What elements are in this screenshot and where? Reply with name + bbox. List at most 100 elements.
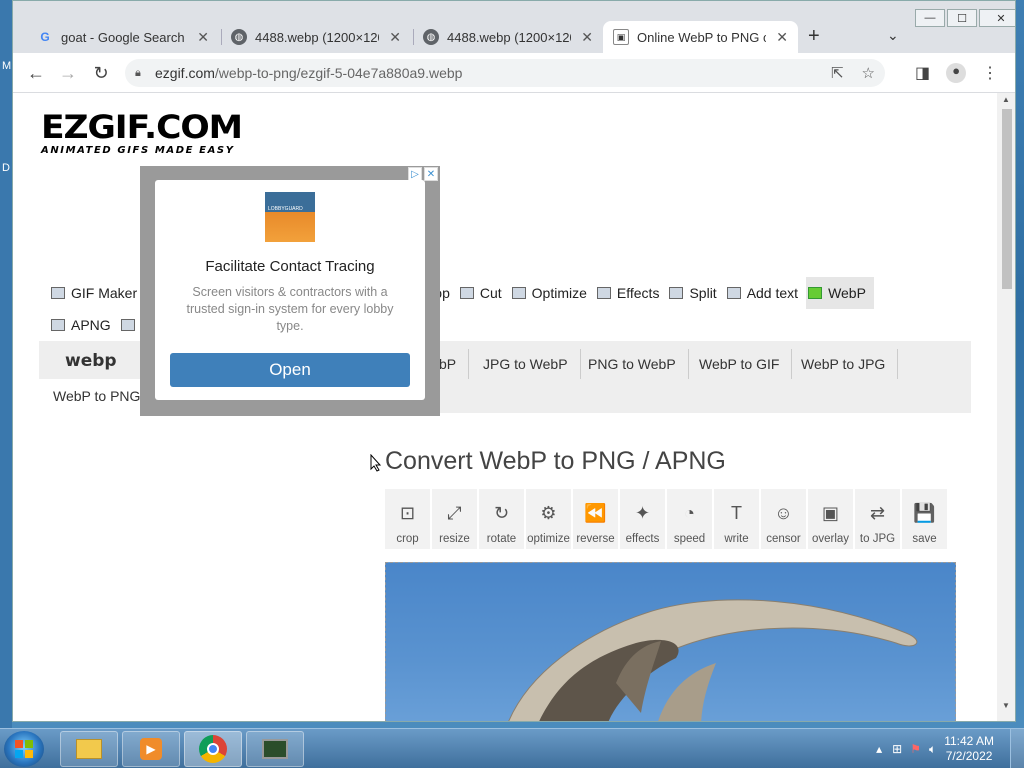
menu-item-optimize[interactable]: Optimize: [510, 277, 595, 309]
share-icon[interactable]: ⇱: [831, 64, 844, 82]
tool-crop-button[interactable]: ⊡ crop: [385, 489, 430, 549]
logo-tagline: ANIMATED GIFS MADE EASY: [41, 145, 235, 156]
avif-icon: [120, 319, 135, 331]
tool-resize-button[interactable]: ⤢ resize: [432, 489, 477, 549]
action-center-icon[interactable]: ⚑: [910, 742, 921, 756]
tab-title: goat - Google Search: [61, 29, 185, 45]
subtab-jpg-to-webp[interactable]: JPG to WebP: [471, 349, 581, 379]
menu-label: APNG: [71, 317, 111, 333]
close-window-button[interactable]: ✕: [979, 9, 1015, 27]
globe-icon: ◍: [231, 29, 247, 45]
forward-arrow-icon[interactable]: →: [56, 61, 80, 85]
menu-item-effects[interactable]: Effects: [595, 277, 668, 309]
tab-webp-image-2[interactable]: ◍ 4488.webp (1200×1200) ✕: [413, 21, 603, 53]
taskbar-file-explorer[interactable]: [60, 731, 118, 767]
tool-overlay-button[interactable]: ▣ overlay: [808, 489, 853, 549]
new-tab-button[interactable]: +: [808, 25, 820, 48]
address-bar[interactable]: 🔒︎ ezgif.com/webp-to-png/ezgif-5-04e7a88…: [125, 59, 885, 87]
ad-open-button[interactable]: Open: [170, 353, 410, 387]
ad-choices: ▷ ✕: [408, 167, 438, 181]
effects-icon: ✦: [634, 502, 651, 523]
menu-item-gif-maker[interactable]: GIF Maker: [49, 277, 145, 309]
tool-label: resize: [439, 533, 470, 545]
reverse-icon: ⏪: [584, 502, 607, 523]
tab-google-search[interactable]: G goat - Google Search ✕: [27, 21, 219, 53]
menu-item-webp[interactable]: WebP: [806, 277, 874, 309]
start-button[interactable]: [4, 731, 44, 767]
resize-icon: ⤢: [447, 502, 462, 523]
menu-item-cut[interactable]: Cut: [458, 277, 510, 309]
taskbar-chrome[interactable]: [184, 731, 242, 767]
back-arrow-icon[interactable]: ←: [24, 61, 48, 85]
chrome-icon: [199, 735, 227, 763]
ad-close-icon[interactable]: ✕: [424, 167, 438, 181]
clock[interactable]: 11:42 AM 7/2/2022: [944, 734, 994, 764]
close-icon[interactable]: ✕: [197, 29, 209, 46]
ad-description: Screen visitors & contractors with a tru…: [186, 285, 394, 333]
menu-item-split[interactable]: Split: [667, 277, 724, 309]
scroll-thumb[interactable]: [1002, 109, 1012, 289]
goat-horns-image: [508, 599, 918, 721]
tool-write-button[interactable]: Twrite: [714, 489, 759, 549]
ad-card[interactable]: LOBBYGUARD Facilitate Contact Tracing Sc…: [155, 180, 425, 400]
volume-icon[interactable]: 🔈︎: [929, 742, 936, 757]
ad-info-icon[interactable]: ▷: [408, 167, 422, 181]
taskbar-media-player[interactable]: ▶: [122, 731, 180, 767]
network-icon[interactable]: ⊞: [892, 742, 902, 756]
scroll-down-icon[interactable]: ▼: [1002, 701, 1010, 710]
scroll-up-icon[interactable]: ▲: [1002, 95, 1010, 104]
subtab-png-to-webp[interactable]: PNG to WebP: [576, 349, 689, 379]
tool-label: reverse: [576, 533, 615, 545]
apng-icon: [51, 319, 65, 331]
tool-censor-button[interactable]: ☺ censor: [761, 489, 806, 549]
reload-icon[interactable]: ↻: [89, 61, 113, 85]
desktop-edge: M D: [0, 0, 12, 728]
tab-ezgif-active[interactable]: ▣ Online WebP to PNG co ✕: [603, 21, 798, 53]
webp-icon: [808, 287, 823, 299]
side-panel-icon[interactable]: ◨: [915, 63, 930, 83]
bookmark-star-icon[interactable]: ☆: [862, 64, 875, 82]
window-controls: — ☐ ✕: [913, 9, 1015, 29]
subtab-webp-to-png[interactable]: WebP to PNG: [39, 379, 155, 413]
globe-icon: ◍: [423, 29, 439, 45]
kebab-menu-icon[interactable]: ⋮: [982, 63, 998, 83]
tray-expand-icon[interactable]: ▴: [876, 742, 882, 756]
close-icon[interactable]: ✕: [581, 29, 593, 46]
tab-search-chevron-icon[interactable]: ⌄: [887, 27, 899, 44]
tool-to-jpg-button[interactable]: ⇄ to JPG: [855, 489, 900, 549]
tab-title: Online WebP to PNG co: [637, 29, 767, 45]
subtab-webp-to-gif[interactable]: WebP to GIF: [687, 349, 793, 379]
google-icon: G: [40, 30, 50, 44]
profile-avatar-icon[interactable]: ●: [946, 63, 967, 83]
ezgif-logo[interactable]: EZGIF.COM ANIMATED GIFS MADE EASY: [41, 111, 243, 156]
browser-toolbar: ← → ↻ 🔒︎ ezgif.com/webp-to-png/ezgif-5-0…: [13, 53, 1015, 93]
tool-effects-button[interactable]: ✦ effects: [620, 489, 665, 549]
folder-icon: [76, 739, 102, 759]
taskbar-task-manager[interactable]: [246, 731, 304, 767]
minimize-button[interactable]: —: [915, 9, 945, 27]
gif-maker-icon: [51, 287, 65, 299]
vertical-scrollbar[interactable]: ▲ ▼: [997, 93, 1015, 721]
tab-webp-image-1[interactable]: ◍ 4488.webp (1200×1200) ✕: [221, 21, 411, 53]
menu-item-add-text[interactable]: Add text: [725, 277, 806, 309]
image-tools: ⊡ crop ⤢ resize ↻ rotate ⚙ optimize ⏪ reverse ✦ eff…: [385, 489, 947, 549]
tool-label: rotate: [486, 533, 517, 545]
tool-rotate-button[interactable]: ↻ rotate: [479, 489, 524, 549]
media-player-icon: ▶: [140, 738, 162, 760]
show-desktop-button[interactable]: [1010, 729, 1024, 768]
tab-title: 4488.webp (1200×1200): [255, 29, 379, 45]
menu-label: Cut: [479, 285, 502, 301]
tool-reverse-button[interactable]: ⏪ reverse: [573, 489, 618, 549]
tool-label: crop: [396, 533, 419, 545]
menu-item-apng[interactable]: APNG: [49, 309, 119, 341]
maximize-button[interactable]: ☐: [947, 9, 977, 27]
close-icon[interactable]: ✕: [389, 29, 401, 46]
tool-speed-button[interactable]: ◔ speed: [667, 489, 712, 549]
windows-logo-icon: [15, 740, 33, 758]
optimize-icon: [511, 287, 526, 299]
close-icon[interactable]: ✕: [776, 29, 788, 46]
tool-save-button[interactable]: 💾 save: [902, 489, 947, 549]
ezgif-icon: ▣: [613, 29, 629, 45]
tool-optimize-button[interactable]: ⚙ optimize: [526, 489, 571, 549]
subtab-webp-to-jpg[interactable]: WebP to JPG: [789, 349, 899, 379]
